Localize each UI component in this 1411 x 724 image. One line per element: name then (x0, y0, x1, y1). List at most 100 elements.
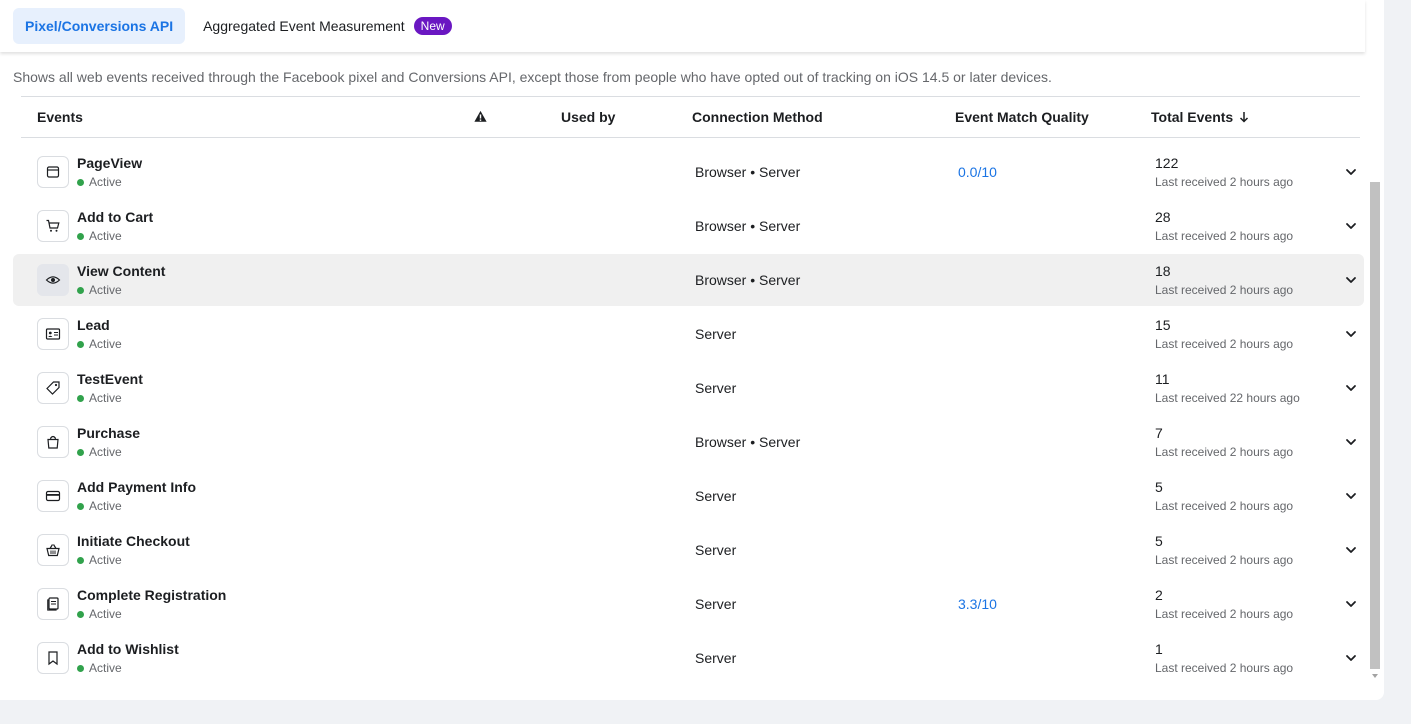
chevron-down-icon[interactable] (1343, 596, 1359, 612)
table-row[interactable]: Initiate Checkout Active Server 5 Last recei… (13, 524, 1364, 576)
last-received: Last received 2 hours ago (1155, 499, 1294, 513)
table-row[interactable]: Add to Wishlist Active Server 1 Last receive… (13, 632, 1364, 684)
scroll-down-arrow[interactable] (1372, 674, 1378, 678)
active-status-dot (77, 664, 84, 672)
total-events-count: 28 (1155, 209, 1171, 225)
last-received: Last received 2 hours ago (1155, 337, 1294, 351)
event-icon-box (37, 264, 69, 296)
table-row[interactable]: View Content Active Browser • Server 18 Last… (13, 254, 1364, 306)
total-events-count: 11 (1155, 371, 1170, 387)
last-received: Last received 2 hours ago (1155, 175, 1294, 189)
total-events-count: 5 (1155, 479, 1163, 495)
last-received: Last received 22 hours ago (1155, 391, 1300, 405)
chevron-down-icon[interactable] (1343, 650, 1359, 666)
table-row[interactable]: Lead Active Server 15 Last received 2 hours … (13, 308, 1364, 360)
status-label: Active (89, 229, 122, 243)
last-received: Last received 2 hours ago (1155, 229, 1294, 243)
event-status: Active (77, 499, 122, 513)
new-badge: New (413, 17, 452, 35)
chevron-down-icon[interactable] (1343, 488, 1359, 504)
event-status: Active (77, 229, 122, 243)
event-icon-box (37, 534, 69, 566)
event-icon-box (37, 480, 69, 512)
event-status: Active (77, 607, 122, 621)
chevron-down-icon[interactable] (1343, 218, 1359, 234)
table-row[interactable]: Add Payment Info Active Server 5 Last receiv… (13, 470, 1364, 522)
active-status-dot (77, 340, 84, 348)
status-label: Active (89, 337, 122, 351)
active-status-dot (77, 178, 84, 186)
status-label: Active (89, 391, 122, 405)
chevron-down-icon[interactable] (1343, 326, 1359, 342)
status-label: Active (89, 553, 122, 567)
tab-bar: Pixel/Conversions API Aggregated Event M… (0, 0, 1365, 52)
event-icon-box (37, 426, 69, 458)
last-received: Last received 2 hours ago (1155, 661, 1294, 675)
active-status-dot (77, 502, 84, 510)
connection-method: Browser • Server (695, 272, 801, 288)
table-row[interactable]: TestEvent Active Server 11 Last received 22 … (13, 362, 1364, 414)
event-name: Add Payment Info (77, 479, 197, 495)
event-name: TestEvent (77, 371, 143, 387)
total-events-count: 15 (1155, 317, 1171, 333)
event-name: Add to Cart (77, 209, 154, 225)
connection-method: Browser • Server (695, 164, 801, 180)
event-match-quality-link[interactable]: 3.3/10 (958, 596, 997, 612)
connection-method: Server (695, 596, 737, 612)
status-label: Active (89, 175, 122, 189)
eye-icon (45, 276, 61, 284)
connection-method: Server (695, 326, 737, 342)
chevron-down-icon[interactable] (1343, 542, 1359, 558)
cart-icon (46, 219, 60, 232)
tab-aggregated-event-measurement[interactable]: Aggregated Event Measurement New (195, 8, 464, 44)
event-status: Active (77, 661, 122, 675)
column-total-events[interactable]: Total Events (1151, 109, 1249, 125)
total-events-count: 1 (1155, 641, 1163, 657)
tab-label: Aggregated Event Measurement (203, 18, 405, 34)
event-icon-box (37, 588, 69, 620)
chevron-down-icon[interactable] (1343, 272, 1359, 288)
description-text: Shows all web events received through th… (13, 69, 1052, 85)
total-events-count: 122 (1155, 155, 1179, 171)
form-icon (47, 597, 59, 611)
connection-method: Server (695, 488, 737, 504)
table-row[interactable]: Complete Registration Active Server 3.3/10 2… (13, 578, 1364, 630)
status-label: Active (89, 499, 122, 513)
status-label: Active (89, 445, 122, 459)
warning-icon (474, 110, 487, 122)
table-row[interactable]: Add to Cart Active Browser • Server 28 Last … (13, 200, 1364, 252)
chevron-down-icon[interactable] (1343, 434, 1359, 450)
browser-window-icon (46, 166, 60, 178)
last-received: Last received 2 hours ago (1155, 283, 1294, 297)
tab-label: Pixel/Conversions API (25, 18, 174, 34)
event-status: Active (77, 175, 122, 189)
active-status-dot (77, 556, 84, 564)
scrollbar-thumb[interactable] (1370, 182, 1380, 669)
status-label: Active (89, 661, 122, 675)
active-status-dot (77, 394, 84, 402)
event-icon-box (37, 156, 69, 188)
event-name: Complete Registration (77, 587, 227, 603)
chevron-down-icon[interactable] (1343, 164, 1359, 180)
connection-method: Server (695, 380, 737, 396)
event-status: Active (77, 337, 122, 351)
event-name: Lead (77, 317, 110, 333)
connection-method: Server (695, 650, 737, 666)
shopping-bag-icon (47, 435, 59, 449)
event-match-quality-link[interactable]: 0.0/10 (958, 164, 997, 180)
status-label: Active (89, 283, 122, 297)
column-event-match-quality[interactable]: Event Match Quality (955, 109, 1089, 125)
table-row[interactable]: PageView Active Browser • Server 0.0/10 122 L… (13, 146, 1364, 198)
connection-method: Browser • Server (695, 434, 801, 450)
tab-pixel-conversions-api[interactable]: Pixel/Conversions API (13, 8, 186, 44)
table-header: Events Used by Connection Method Event M… (21, 96, 1360, 138)
column-events: Events (37, 109, 83, 125)
event-status: Active (77, 391, 122, 405)
chevron-down-icon[interactable] (1343, 380, 1359, 396)
active-status-dot (77, 448, 84, 456)
id-card-icon (45, 328, 61, 340)
event-name: Initiate Checkout (77, 533, 190, 549)
column-connection-method: Connection Method (692, 109, 823, 125)
table-row[interactable]: Purchase Active Browser • Server 7 Last rece… (13, 416, 1364, 468)
last-received: Last received 2 hours ago (1155, 445, 1294, 459)
